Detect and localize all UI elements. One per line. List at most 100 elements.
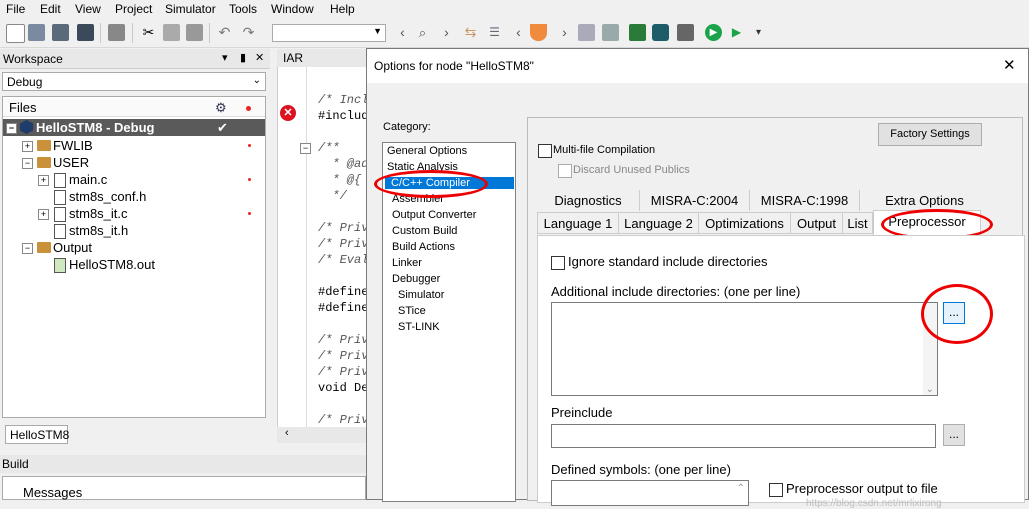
category-item[interactable]: Linker bbox=[392, 257, 422, 269]
save-icon[interactable] bbox=[52, 24, 69, 41]
back-icon[interactable]: ‹ bbox=[394, 24, 411, 41]
ignore-std-checkbox[interactable] bbox=[551, 256, 565, 270]
menu-view[interactable]: View bbox=[75, 2, 101, 16]
editor-hscrollbar[interactable]: ‹ bbox=[277, 427, 367, 443]
tree-item-user[interactable]: − USER bbox=[3, 154, 265, 171]
defined-symbols-textarea[interactable]: ⌃ bbox=[551, 480, 749, 506]
compile-icon[interactable] bbox=[578, 24, 595, 41]
category-item[interactable]: Simulator bbox=[398, 289, 444, 301]
menu-tools[interactable]: Tools bbox=[229, 2, 257, 16]
category-item[interactable]: Output Converter bbox=[392, 209, 476, 221]
build-panel-header: Build bbox=[0, 455, 370, 473]
code-line: /* Eval bbox=[318, 253, 369, 267]
expand-icon[interactable]: + bbox=[38, 175, 49, 186]
save-all-icon[interactable] bbox=[77, 24, 94, 41]
copy-icon[interactable] bbox=[163, 24, 180, 41]
tab-output[interactable]: Output bbox=[791, 212, 843, 234]
new-file-icon[interactable] bbox=[6, 24, 25, 43]
tree-item-main-c[interactable]: + main.c bbox=[3, 171, 265, 188]
tab-misra-1998[interactable]: MISRA-C:1998 bbox=[749, 190, 859, 211]
collapse-icon[interactable]: ▮ bbox=[240, 51, 246, 64]
tab-misra-2004[interactable]: MISRA-C:2004 bbox=[639, 190, 749, 211]
tree-item-stm8s-it-h[interactable]: stm8s_it.h bbox=[3, 222, 265, 239]
collapse-icon[interactable]: − bbox=[22, 243, 33, 254]
tab-language-2[interactable]: Language 2 bbox=[619, 212, 699, 234]
debug-icon[interactable] bbox=[652, 24, 669, 41]
category-item[interactable]: STice bbox=[398, 305, 426, 317]
gear-icon[interactable]: ⚙ bbox=[215, 99, 227, 116]
tree-item-fwlib[interactable]: + FWLIB bbox=[3, 137, 265, 154]
category-item[interactable]: General Options bbox=[387, 145, 467, 157]
expand-icon[interactable]: + bbox=[38, 209, 49, 220]
tree-project-row[interactable]: − HelloSTM8 - Debug ✔ bbox=[3, 119, 265, 136]
go-icon[interactable]: ▶ bbox=[705, 24, 722, 41]
find-combo[interactable]: ▼ bbox=[272, 24, 386, 42]
pp-output-checkbox[interactable] bbox=[769, 483, 783, 497]
configuration-select[interactable]: Debug ⌄ bbox=[2, 72, 266, 91]
collapse-icon[interactable]: − bbox=[6, 123, 17, 134]
chevron-down-icon: ▼ bbox=[373, 26, 382, 36]
tab-list[interactable]: List bbox=[843, 212, 873, 234]
file-icon bbox=[54, 173, 66, 188]
toolbar-overflow-icon[interactable]: ▾ bbox=[750, 24, 767, 41]
fold-icon[interactable]: − bbox=[300, 143, 311, 154]
tree-item-stm8s-it-c[interactable]: + stm8s_it.c bbox=[3, 205, 265, 222]
category-item[interactable]: Build Actions bbox=[392, 241, 455, 253]
run-icon[interactable]: ▶ bbox=[728, 24, 745, 41]
menu-file[interactable]: File bbox=[6, 2, 25, 16]
tab-optimizations[interactable]: Optimizations bbox=[699, 212, 791, 234]
tab-diagnostics[interactable]: Diagnostics bbox=[537, 190, 639, 211]
paste-icon[interactable] bbox=[186, 24, 203, 41]
scroll-left-icon[interactable]: ‹ bbox=[285, 427, 289, 439]
annotation-circle bbox=[374, 170, 488, 198]
scroll-down-icon[interactable]: ⌄ bbox=[926, 384, 934, 395]
search-icon[interactable]: ⌕ bbox=[414, 24, 431, 41]
tab-extra-options[interactable]: Extra Options bbox=[859, 190, 989, 211]
category-item[interactable]: ST-LINK bbox=[398, 321, 440, 333]
next-icon[interactable]: › bbox=[556, 24, 573, 41]
code-line: */ bbox=[318, 189, 347, 203]
dialog-title: Options for node "HelloSTM8" bbox=[374, 59, 534, 73]
menu-edit[interactable]: Edit bbox=[40, 2, 61, 16]
menu-help[interactable]: Help bbox=[330, 2, 355, 16]
factory-settings-button[interactable]: Factory Settings bbox=[878, 123, 982, 146]
cut-icon[interactable]: ✂ bbox=[140, 24, 157, 41]
preinclude-field[interactable] bbox=[551, 424, 936, 448]
forward-icon[interactable]: › bbox=[438, 24, 455, 41]
make-icon[interactable] bbox=[602, 24, 619, 41]
menu-project[interactable]: Project bbox=[115, 2, 152, 16]
editor-tab[interactable]: IAR Information bbox=[277, 49, 367, 79]
status-dot-icon bbox=[248, 212, 251, 215]
undo-icon[interactable]: ↶ bbox=[216, 24, 233, 41]
menu-window[interactable]: Window bbox=[271, 2, 314, 16]
collapse-icon[interactable]: − bbox=[22, 158, 33, 169]
close-icon[interactable]: ✕ bbox=[1003, 56, 1016, 74]
download-icon[interactable] bbox=[629, 24, 646, 41]
prev-icon[interactable]: ‹ bbox=[510, 24, 527, 41]
tree-item-output[interactable]: − Output bbox=[3, 239, 265, 256]
annotation-circle bbox=[921, 284, 993, 344]
stop-build-icon[interactable] bbox=[677, 24, 694, 41]
workspace-tab[interactable]: HelloSTM8 bbox=[5, 425, 69, 444]
tree-item-stm8s-conf-h[interactable]: stm8s_conf.h bbox=[3, 188, 265, 205]
menu-simulator[interactable]: Simulator bbox=[165, 2, 216, 16]
print-icon[interactable] bbox=[108, 24, 125, 41]
browse-preinclude-button[interactable]: ... bbox=[943, 424, 965, 446]
multifile-checkbox[interactable] bbox=[538, 144, 552, 158]
tree-item-out-file[interactable]: HelloSTM8.out bbox=[3, 256, 265, 273]
category-item[interactable]: Debugger bbox=[392, 273, 440, 285]
breakpoint-icon[interactable] bbox=[530, 24, 547, 41]
code-editor[interactable]: ✕ − /* Incl #includ /** * @ad * @{ */ /*… bbox=[277, 67, 369, 427]
tab-language-1[interactable]: Language 1 bbox=[537, 212, 619, 234]
category-item[interactable]: Custom Build bbox=[392, 225, 457, 237]
redo-icon[interactable]: ↷ bbox=[240, 24, 257, 41]
list-icon[interactable]: ☰ bbox=[486, 24, 503, 41]
open-icon[interactable] bbox=[28, 24, 45, 41]
expand-icon[interactable]: + bbox=[22, 141, 33, 152]
include-dirs-textarea[interactable]: ⌄ bbox=[551, 302, 938, 396]
scroll-up-icon[interactable]: ⌃ bbox=[737, 483, 745, 494]
file-icon bbox=[54, 224, 66, 239]
toggle-bookmark-icon[interactable]: ⇆ bbox=[462, 24, 479, 41]
pin-icon[interactable]: ▾ bbox=[222, 51, 228, 64]
close-icon[interactable]: ✕ bbox=[255, 51, 264, 64]
